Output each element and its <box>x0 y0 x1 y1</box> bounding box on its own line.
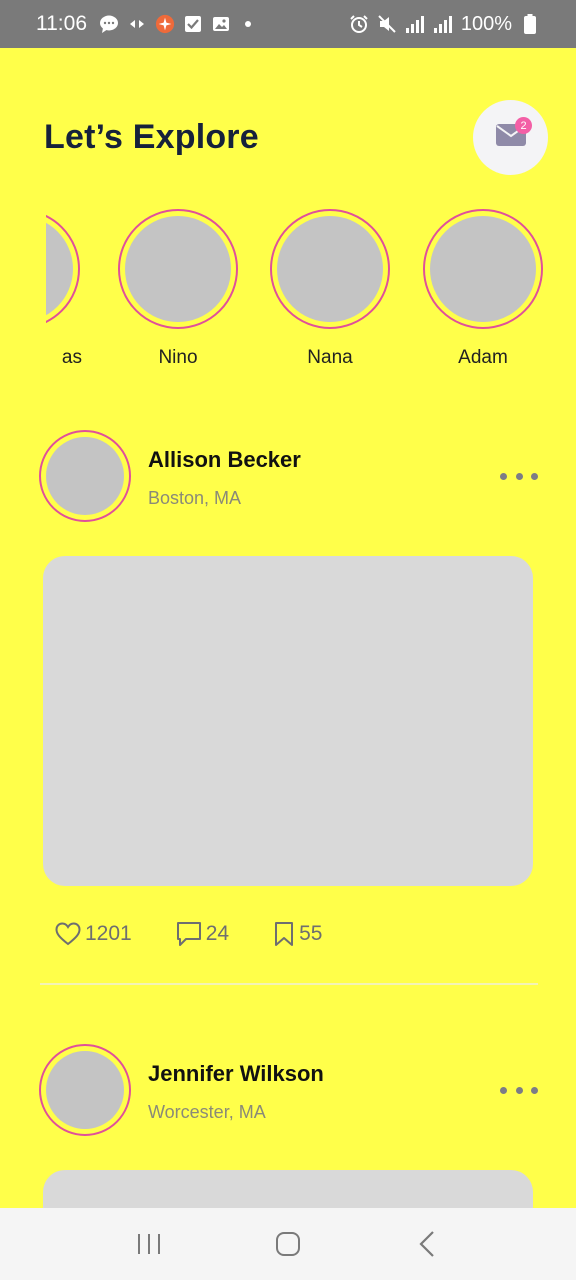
comment-count: 24 <box>205 922 230 945</box>
story-avatar <box>125 216 231 322</box>
chat-bubble-icon <box>99 14 119 34</box>
more-options-button[interactable] <box>500 1078 538 1102</box>
status-bar: 11:06 100% <box>0 0 576 48</box>
more-dot-icon <box>531 1086 538 1094</box>
story-ring <box>423 209 543 329</box>
page-title: Let’s Explore <box>44 118 259 156</box>
more-options-button[interactable] <box>500 464 538 488</box>
post-avatar-ring[interactable] <box>39 430 131 522</box>
story-item[interactable]: Adam <box>421 205 545 369</box>
system-nav-bar <box>0 1208 576 1280</box>
message-count-badge: 2 <box>515 117 532 134</box>
post-location: Boston, MA <box>148 488 242 508</box>
story-ring <box>270 209 390 329</box>
post-image[interactable] <box>43 556 533 886</box>
more-dot-icon <box>515 472 523 480</box>
recent-apps-button[interactable] <box>119 1219 179 1269</box>
gallery-icon <box>211 14 231 34</box>
save-count: 55 <box>299 922 323 945</box>
app-notification-icon <box>155 14 175 34</box>
home-button[interactable] <box>258 1219 318 1269</box>
mute-icon <box>377 14 397 34</box>
battery-icon <box>520 14 540 34</box>
more-dot-icon <box>515 1086 523 1094</box>
story-name: Nino <box>158 347 198 368</box>
story-avatar <box>46 216 73 322</box>
recent-apps-icon <box>138 1234 161 1254</box>
post-divider <box>40 983 538 985</box>
battery-percent: 100% <box>460 12 512 35</box>
checkbox-icon <box>183 14 203 34</box>
like-button[interactable]: 1201 <box>55 922 132 946</box>
post-actions: 1201 24 55 <box>55 918 366 950</box>
home-icon <box>275 1232 300 1256</box>
stories-carousel[interactable]: as Nino Nana Adam <box>46 205 576 385</box>
story-item[interactable]: Nino <box>116 205 240 369</box>
post-author-name[interactable]: Jennifer Wilkson <box>148 1061 324 1087</box>
status-left: 11:06 <box>36 12 251 36</box>
more-dot-icon <box>500 472 507 480</box>
comment-icon <box>176 922 201 946</box>
bookmark-icon <box>275 922 294 946</box>
like-count: 1201 <box>85 922 132 945</box>
avatar <box>46 437 124 515</box>
story-name: Adam <box>458 347 508 368</box>
more-dot-icon <box>500 1086 507 1094</box>
notification-dot <box>245 21 251 27</box>
messages-button[interactable]: 2 <box>473 100 548 175</box>
more-dot-icon <box>531 472 538 480</box>
status-right: 100% <box>349 13 540 36</box>
signal-icon <box>433 14 453 34</box>
back-button[interactable] <box>397 1219 457 1269</box>
save-button[interactable]: 55 <box>273 921 322 947</box>
sync-arrows-icon <box>127 14 147 34</box>
story-item[interactable]: Nana <box>268 205 392 369</box>
comment-button[interactable]: 24 <box>176 921 229 947</box>
heart-icon <box>55 922 81 946</box>
story-item[interactable]: as <box>46 205 82 369</box>
post-author-name[interactable]: Allison Becker <box>148 447 301 473</box>
avatar <box>46 1051 124 1129</box>
back-chevron-icon <box>419 1231 434 1257</box>
story-avatar <box>277 216 383 322</box>
story-avatar <box>430 216 536 322</box>
alarm-icon <box>349 14 369 34</box>
status-time: 11:06 <box>36 12 87 35</box>
story-name: as <box>61 347 82 368</box>
post-location: Worcester, MA <box>148 1102 266 1122</box>
story-name: Nana <box>307 347 353 368</box>
post-avatar-ring[interactable] <box>39 1044 131 1136</box>
story-ring <box>118 209 238 329</box>
signal-icon <box>405 14 425 34</box>
story-ring <box>46 209 80 329</box>
